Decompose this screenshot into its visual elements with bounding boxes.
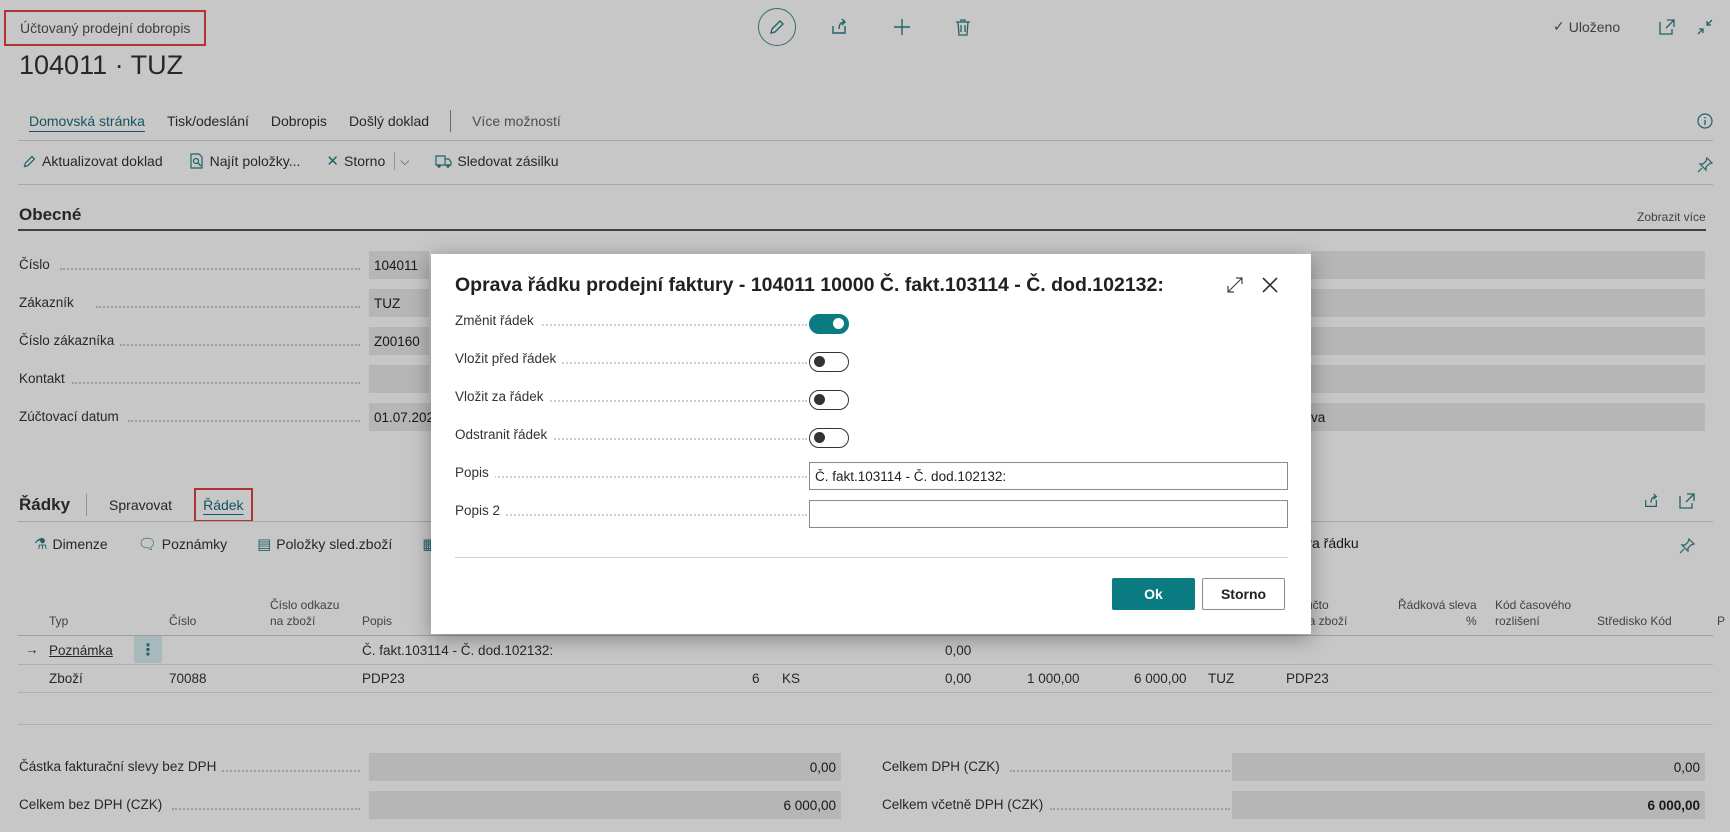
dialog-title: Oprava řádku prodejní faktury - 104011 1… — [455, 274, 1164, 296]
expand-icon — [1227, 277, 1243, 293]
toggle-label: Vložit za řádek — [455, 389, 550, 404]
divider — [455, 557, 1288, 558]
toggle-knob — [833, 318, 844, 329]
dots — [455, 476, 807, 478]
insert-before-toggle[interactable] — [809, 352, 849, 372]
toggle-label: Odstranit řádek — [455, 427, 554, 442]
description2-label: Popis 2 — [455, 503, 507, 518]
correct-line-dialog: Oprava řádku prodejní faktury - 104011 1… — [431, 254, 1311, 634]
toggle-label: Vložit před řádek — [455, 351, 563, 366]
close-dialog-button[interactable] — [1257, 272, 1283, 298]
description2-input[interactable] — [809, 500, 1288, 528]
ok-button[interactable]: Ok — [1112, 578, 1195, 610]
toggle-knob — [814, 356, 825, 367]
delete-line-toggle[interactable] — [809, 428, 849, 448]
description-input[interactable] — [809, 462, 1288, 490]
insert-after-toggle[interactable] — [809, 390, 849, 410]
toggle-knob — [814, 394, 825, 405]
expand-dialog-button[interactable] — [1222, 272, 1248, 298]
dots — [455, 514, 807, 516]
toggle-label: Změnit řádek — [455, 313, 540, 328]
toggle-knob — [814, 432, 825, 443]
close-icon — [1262, 277, 1278, 293]
cancel-button[interactable]: Storno — [1202, 578, 1285, 610]
change-line-toggle[interactable] — [809, 314, 849, 334]
description-label: Popis — [455, 465, 495, 480]
